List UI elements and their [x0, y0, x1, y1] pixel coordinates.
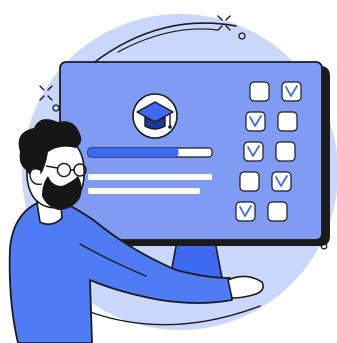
checkbox-3-left	[243, 141, 264, 162]
checkbox-5-right	[267, 201, 288, 222]
illustration-stage	[0, 0, 337, 343]
checkbox-2-right	[277, 111, 298, 132]
checkbox-4-right	[271, 171, 292, 192]
checkbox-3-right	[275, 141, 296, 162]
course-badge	[132, 93, 178, 139]
checkbox-5-left	[235, 201, 256, 222]
checkbox-4-left	[239, 171, 260, 192]
content-line	[88, 188, 200, 194]
online-learning-illustration	[8, 14, 337, 343]
checkbox-1-left	[249, 81, 270, 102]
progress-bar	[87, 147, 213, 158]
checkbox-2-left	[245, 111, 266, 132]
progress-fill	[88, 148, 179, 157]
content-line	[88, 174, 212, 180]
checkbox-1-right	[281, 81, 302, 102]
